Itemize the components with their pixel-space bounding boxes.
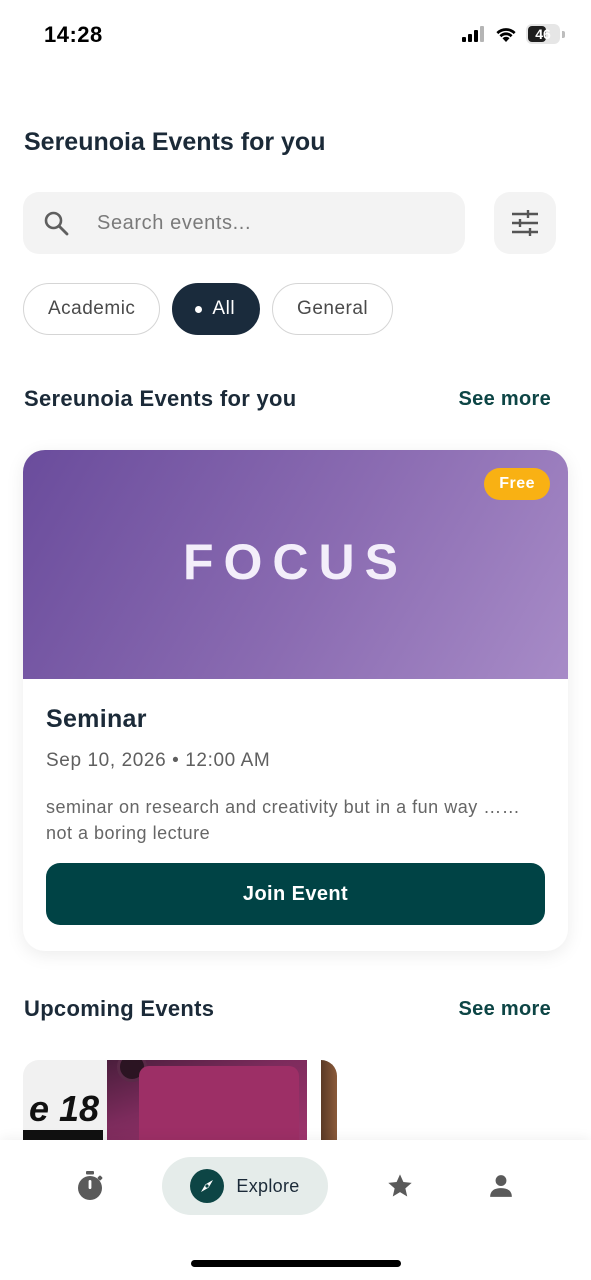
featured-event-card[interactable]: FOCUS Free Seminar Sep 10, 2026 • 12:00 … <box>23 450 568 951</box>
section-title: Sereunoia Events for you <box>24 386 297 411</box>
chip-academic[interactable]: Academic <box>23 283 161 335</box>
banner-text: FOCUS <box>183 534 408 590</box>
nav-label: Explore <box>236 1175 300 1196</box>
nav-profile[interactable] <box>473 1157 529 1215</box>
see-more-link[interactable]: See more <box>459 998 551 1021</box>
filter-button[interactable] <box>494 192 556 254</box>
battery-tip <box>562 30 565 38</box>
join-event-button[interactable]: Join Event <box>46 863 545 925</box>
phone-case-graphic <box>139 1066 299 1150</box>
price-badge: Free <box>484 468 550 500</box>
see-more-link[interactable]: See more <box>459 388 551 411</box>
status-time: 14:28 <box>44 22 103 47</box>
search-icon <box>44 211 69 236</box>
cellular-signal-icon <box>462 26 484 42</box>
section-title: Upcoming Events <box>24 996 215 1021</box>
status-icons: 46 <box>462 24 565 44</box>
upcoming-event-card[interactable]: e 18 <box>23 1060 337 1150</box>
portrait-edge-graphic <box>321 1060 337 1150</box>
phone-image <box>107 1060 307 1150</box>
event-title: Seminar <box>46 705 147 733</box>
wifi-icon <box>496 28 516 42</box>
nav-explore[interactable]: Explore <box>162 1157 328 1215</box>
stopwatch-icon <box>78 1171 103 1200</box>
event-description: seminar on research and creativity but i… <box>46 797 521 843</box>
nav-timer[interactable] <box>62 1157 118 1215</box>
search-input[interactable] <box>97 211 427 235</box>
featured-section-header: Sereunoia Events for you See more <box>24 386 551 412</box>
search-bar[interactable] <box>23 192 465 254</box>
event-datetime: Sep 10, 2026 • 12:00 AM <box>46 750 271 771</box>
page-title: Sereunoia Events for you <box>24 128 326 156</box>
battery-icon: 46 <box>526 24 560 44</box>
nav-favorites[interactable] <box>372 1157 428 1215</box>
selected-dot-icon <box>195 305 203 313</box>
category-chips: Academic All General <box>23 283 394 335</box>
chip-label: General <box>297 298 369 319</box>
chip-label: All <box>212 298 236 319</box>
battery-level: 46 <box>535 26 551 42</box>
home-indicator <box>191 1260 401 1267</box>
person-icon <box>490 1175 512 1197</box>
star-icon <box>388 1174 412 1197</box>
upcoming-image-text: e 18 <box>29 1088 100 1129</box>
event-banner: FOCUS Free <box>23 450 568 679</box>
upcoming-section-header: Upcoming Events See more <box>24 996 551 1022</box>
chip-general[interactable]: General <box>272 283 394 335</box>
chip-label: Academic <box>48 298 136 319</box>
status-bar: 14:28 46 <box>0 0 591 70</box>
compass-icon <box>190 1169 225 1203</box>
sliders-icon <box>512 210 538 236</box>
chip-all[interactable]: All <box>172 283 261 335</box>
